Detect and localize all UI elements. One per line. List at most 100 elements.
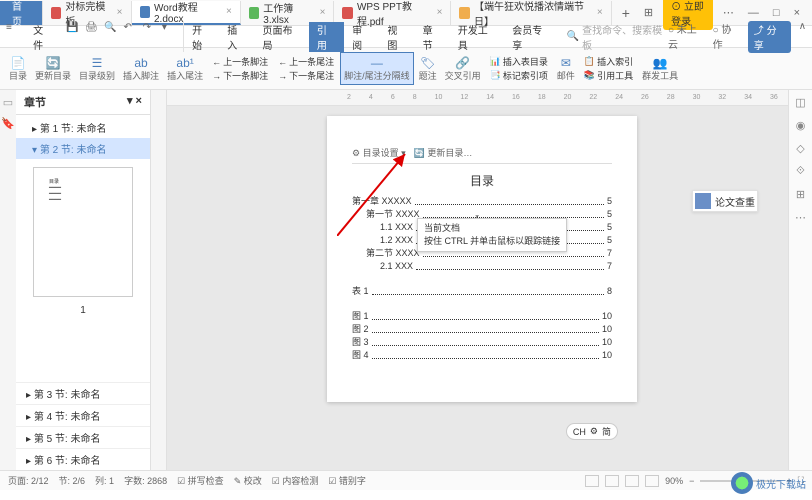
hyperlink-tooltip: 当前文档 按住 CTRL 并单击鼠标以跟踪链接 [417, 218, 567, 252]
toc-entry[interactable]: 2.1 XXX7 [352, 260, 612, 273]
menu-chapter[interactable]: 章节 [415, 22, 450, 52]
save-icon[interactable]: 💾 [66, 22, 79, 36]
ribbon-table-index[interactable]: 📊 插入表目录 📑 标记索引项 [486, 53, 552, 84]
close-icon[interactable]: × [320, 7, 326, 18]
menu-insert[interactable]: 插入 [219, 22, 254, 52]
side-panel: ◫ ◉ ◇ ⟐ ⊞ ⋯ [788, 90, 812, 470]
app-icon[interactable]: ⊞ [640, 6, 657, 19]
menu-member[interactable]: 会员专享 [504, 22, 558, 52]
view-mode-icon[interactable] [625, 475, 639, 487]
panel-select-icon[interactable]: ◫ [795, 96, 805, 109]
document-page[interactable]: ⚙ 目录设置 ▾ 🔄 更新目录… 目录 第一章 XXXXX5第一节 XXXX51… [327, 116, 637, 402]
ribbon-crossref[interactable]: 🔗交叉引用 [442, 53, 484, 84]
toc-entry[interactable]: 图 310 [352, 336, 612, 349]
toc-entry[interactable]: 表 18 [352, 285, 612, 298]
ribbon-mail[interactable]: ✉邮件 [554, 53, 578, 84]
menu-view[interactable]: 视图 [379, 22, 414, 52]
close-icon[interactable]: × [437, 7, 443, 18]
toc-entry[interactable]: 图 210 [352, 323, 612, 336]
section-item[interactable]: ▸ 第 6 节: 未命名 [16, 448, 150, 470]
status-typo[interactable]: ☑ 错别字 [328, 474, 366, 487]
ribbon-toc-level[interactable]: ☰目录级别 [76, 53, 118, 84]
ribbon-index-ref[interactable]: 📋 插入索引 📚 引用工具 [580, 53, 637, 84]
menu-layout[interactable]: 页面布局 [255, 22, 309, 52]
close-icon[interactable]: × [117, 7, 123, 18]
panel-shape-icon[interactable]: ◇ [796, 142, 804, 155]
status-wordcount[interactable]: 字数: 2868 [124, 474, 167, 487]
command-search[interactable]: 🔍 查找命令、搜索模板 [567, 22, 668, 52]
menubar: ≡ 文件 💾 🖨 🔍 ↶ ↷ ▾ 开始 插入 页面布局 引用 审阅 视图 章节 … [0, 26, 812, 48]
watermark-logo-icon [731, 472, 753, 494]
section-item[interactable]: ▸ 第 1 节: 未命名 [16, 117, 150, 138]
menu-references[interactable]: 引用 [309, 22, 344, 52]
panel-style-icon[interactable]: ◉ [796, 119, 806, 132]
menu-toggle-icon[interactable]: ≡ [6, 22, 19, 36]
ribbon-group-tools[interactable]: 👥群发工具 [639, 53, 681, 84]
redo-icon[interactable]: ↷ [143, 22, 156, 36]
minimize-button[interactable]: — [744, 7, 763, 19]
ribbon-toc[interactable]: 📄目录 [6, 53, 30, 84]
doc-icon [140, 6, 151, 18]
thumbnail-page-num: 1 [16, 305, 150, 316]
undo-icon[interactable]: ↶ [124, 22, 137, 36]
panel-clip-icon[interactable]: ⊞ [796, 188, 805, 201]
status-page[interactable]: 页面: 2/12 [8, 474, 49, 487]
toc-entry[interactable]: 第一章 XXXXX5 [352, 195, 612, 208]
preview-icon[interactable]: 🔍 [104, 22, 117, 36]
ribbon-update-toc[interactable]: 🔄更新目录 [32, 53, 74, 84]
sidebar: 章节▾ × ▸ 第 1 节: 未命名 ▾ 第 2 节: 未命名 目录━━━━━━… [16, 90, 151, 470]
nav-rail: ▭ 🔖 [0, 90, 16, 470]
status-revise[interactable]: ✎ 校改 [234, 474, 262, 487]
share-button[interactable]: ⤴ 分享 [748, 21, 791, 53]
status-content[interactable]: ☑ 内容检测 [272, 474, 319, 487]
sidebar-menu-icon[interactable]: ▾ × [127, 94, 142, 110]
view-mode-icon[interactable] [605, 475, 619, 487]
menu-review[interactable]: 审阅 [344, 22, 379, 52]
section-item[interactable]: ▸ 第 5 节: 未命名 [16, 426, 150, 448]
editor-canvas[interactable]: 24681012141618202224262830323436384042 ⚙… [167, 90, 788, 470]
add-tab-button[interactable]: + [612, 5, 640, 21]
view-mode-icon[interactable] [585, 475, 599, 487]
page-thumbnail[interactable]: 目录━━━━━━━━━━━━ [33, 167, 133, 297]
panel-more-icon[interactable]: ⋯ [795, 211, 806, 224]
print-icon[interactable]: 🖨 [85, 22, 98, 36]
ime-badge[interactable]: CH⚙简 [566, 423, 618, 440]
section-item[interactable]: ▸ 第 4 节: 未命名 [16, 404, 150, 426]
view-mode-icon[interactable] [645, 475, 659, 487]
ribbon-separator[interactable]: —脚注/尾注分隔线 [340, 52, 414, 85]
collaborate-button[interactable]: ○ 协作 [713, 21, 740, 53]
ribbon-endnote-nav[interactable]: ← 上一条尾注 → 下一条尾注 [274, 53, 338, 84]
status-section[interactable]: 节: 2/6 [59, 474, 86, 487]
menu-dev[interactable]: 开发工具 [450, 22, 504, 52]
zoom-level[interactable]: 90% [665, 476, 683, 486]
menu-start[interactable]: 开始 [184, 22, 219, 52]
ribbon-caption[interactable]: 🏷题注 [416, 53, 440, 84]
section-item[interactable]: ▾ 第 2 节: 未命名 [16, 138, 150, 159]
dropdown-icon[interactable]: ▾ [162, 22, 175, 36]
status-spellcheck[interactable]: ☑ 拼写检查 [177, 474, 224, 487]
menu-file[interactable]: 文件 [25, 22, 60, 52]
ribbon-insert-footnote[interactable]: ab插入脚注 [120, 53, 162, 84]
update-toc-button[interactable]: 🔄 更新目录… [414, 146, 473, 159]
maximize-button[interactable]: □ [769, 7, 784, 19]
panel-link-icon[interactable]: ⟐ [796, 165, 805, 178]
watermark: 极光下载站 [731, 472, 806, 494]
menu-icon[interactable]: ⋯ [719, 6, 738, 19]
ribbon-footnote-nav[interactable]: ← 上一条脚注 → 下一条脚注 [208, 53, 272, 84]
toc-entry[interactable]: 图 110 [352, 310, 612, 323]
nav-outline-icon[interactable]: ▭ [3, 96, 13, 109]
plagiarism-check-button[interactable]: 论文查重 [692, 190, 758, 212]
close-button[interactable]: × [790, 7, 804, 19]
toc-settings-button[interactable]: ⚙ 目录设置 ▾ [352, 146, 406, 159]
zoom-out-button[interactable]: − [689, 476, 694, 486]
toc-entry[interactable]: 图 410 [352, 349, 612, 362]
doc-icon [249, 7, 259, 19]
close-icon[interactable]: × [597, 7, 603, 18]
section-item[interactable]: ▸ 第 3 节: 未命名 [16, 382, 150, 404]
close-icon[interactable]: × [226, 6, 232, 17]
nav-bookmark-icon[interactable]: 🔖 [1, 117, 15, 130]
doc-icon [342, 7, 353, 19]
expand-icon[interactable]: ∧ [799, 21, 806, 53]
cloud-status[interactable]: ○ 未上云 [668, 21, 705, 53]
ribbon-insert-endnote[interactable]: ab¹插入尾注 [164, 53, 206, 84]
